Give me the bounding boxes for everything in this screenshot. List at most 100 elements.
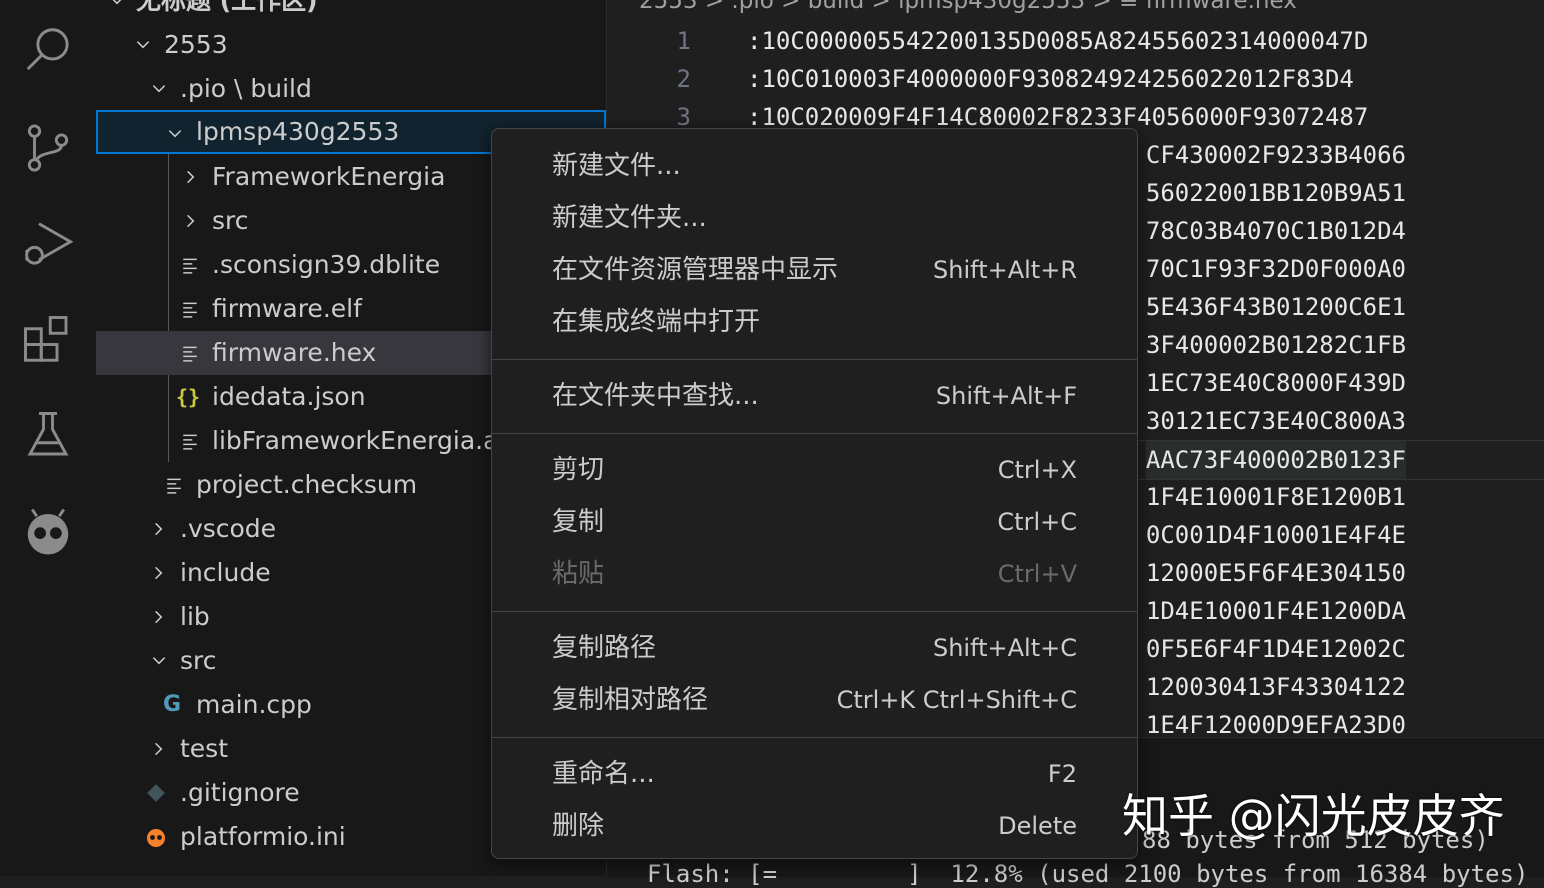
menu-item[interactable]: 复制 Ctrl+C <box>492 496 1137 548</box>
context-menu: 新建文件... 新建文件夹... 在文件资源管理器中显示 Shift+Alt+R 在集成… <box>491 128 1138 859</box>
file-lines-icon <box>178 287 202 331</box>
line-text: 0C001D4F10001E4F4E <box>1145 521 1406 549</box>
menu-item-shortcut: Ctrl+C <box>997 508 1077 536</box>
terminal-line: Flash: [= ] 12.8% (used 2100 bytes from … <box>647 860 1529 888</box>
menu-item-label: 新建文件夹... <box>552 203 707 233</box>
chevron-down-icon <box>132 23 154 67</box>
line-text: 120030413F43304122 <box>1145 673 1406 701</box>
line-text: :10C010003F4000000F930824924256022012F83… <box>747 65 1354 93</box>
file-lines-icon <box>162 463 186 507</box>
menu-item-label: 剪切 <box>552 455 605 485</box>
menu-item[interactable]: 在文件资源管理器中显示 Shift+Alt+R <box>492 244 1137 296</box>
line-text: 12000E5F6F4E304150 <box>1145 559 1406 587</box>
testing-icon[interactable] <box>18 406 78 466</box>
code-line[interactable]: 1 :10C000005542200135D0085A82455602314000… <box>607 22 1544 60</box>
menu-item-label: 粘贴 <box>552 559 605 589</box>
line-text: 0F5E6F4F1D4E12002C <box>1145 635 1406 663</box>
line-number: 2 <box>676 65 691 93</box>
chevron-right-icon <box>148 551 170 595</box>
extensions-icon[interactable] <box>18 310 78 370</box>
git-icon <box>144 771 168 815</box>
tree-item-label: lpmsp430g2553 <box>196 117 400 146</box>
tree-item-pio-build[interactable]: .pio \ build <box>96 67 606 111</box>
breadcrumb[interactable]: 2553 > .pio > build > lpmsp430g2553 > ≡ … <box>639 0 1297 14</box>
tree-item-label: libFrameworkEnergia.a <box>212 426 499 455</box>
platformio-icon[interactable] <box>18 502 78 562</box>
menu-item-shortcut: Delete <box>998 812 1077 840</box>
tree-item-label: 2553 <box>164 30 228 59</box>
menu-item-label: 在集成终端中打开 <box>552 307 761 337</box>
menu-item-label: 复制路径 <box>552 633 657 663</box>
tree-item-workspace[interactable]: 无标题 (工作区) <box>96 0 606 23</box>
line-text: 1EC73E40C8000F439D <box>1145 369 1406 397</box>
chevron-right-icon <box>148 507 170 551</box>
line-text: 70C1F93F32D0F000A0 <box>1145 255 1406 283</box>
menu-item-shortcut: Shift+Alt+R <box>933 256 1077 284</box>
menu-item-label: 重命名... <box>552 759 655 789</box>
menu-separator <box>492 737 1137 738</box>
menu-separator <box>492 359 1137 360</box>
run-debug-icon[interactable] <box>18 214 78 274</box>
watermark: 知乎 @闪光皮皮齐 <box>1122 789 1505 843</box>
chevron-right-icon <box>180 199 202 243</box>
search-icon[interactable] <box>18 20 78 80</box>
tree-item-label: project.checksum <box>196 470 418 499</box>
menu-separator <box>492 433 1137 434</box>
menu-item[interactable]: 删除 Delete <box>492 800 1137 852</box>
tree-item-label: .pio \ build <box>180 74 312 103</box>
menu-item[interactable]: 新建文件... <box>492 140 1137 192</box>
tree-item-label: include <box>180 558 271 587</box>
menu-item[interactable]: 剪切 Ctrl+X <box>492 444 1137 496</box>
workspace-title: 无标题 (工作区) <box>136 0 318 15</box>
line-text: 30121EC73E40C800A3 <box>1145 407 1406 435</box>
menu-item[interactable]: 复制相对路径 Ctrl+K Ctrl+Shift+C <box>492 674 1137 726</box>
menu-item-shortcut: F2 <box>1047 760 1077 788</box>
file-lines-icon <box>178 419 202 463</box>
menu-item[interactable]: 新建文件夹... <box>492 192 1137 244</box>
chevron-right-icon <box>148 727 170 771</box>
menu-item[interactable]: 重命名... F2 <box>492 748 1137 800</box>
tree-item-label: lib <box>180 602 210 631</box>
menu-item-label: 在文件资源管理器中显示 <box>552 255 839 285</box>
tree-item-label: FrameworkEnergia <box>212 162 446 191</box>
line-number: 1 <box>676 27 691 55</box>
menu-item: 粘贴 Ctrl+V <box>492 548 1137 600</box>
line-text: AAC73F400002B0123F <box>1145 441 1406 479</box>
menu-item-shortcut: Ctrl+V <box>997 560 1077 588</box>
line-text: 1F4E10001F8E1200B1 <box>1145 483 1406 511</box>
menu-item[interactable]: 在文件夹中查找... Shift+Alt+F <box>492 370 1137 422</box>
tree-item-label: .gitignore <box>180 778 300 807</box>
line-text: :10C000005542200135D0085A824556023140000… <box>747 27 1369 55</box>
tree-item-2553[interactable]: 2553 <box>96 23 606 67</box>
tree-item-label: main.cpp <box>196 690 312 719</box>
chevron-down-icon <box>106 0 128 23</box>
menu-item-shortcut: Shift+Alt+F <box>935 382 1077 410</box>
code-line[interactable]: 2 :10C010003F4000000F930824924256022012F8… <box>607 60 1544 98</box>
tree-item-label: idedata.json <box>212 382 366 411</box>
chevron-down-icon <box>148 639 170 683</box>
json-icon: {} <box>175 385 201 409</box>
tree-item-label: .sconsign39.dblite <box>212 250 441 279</box>
line-text: 1D4E10001F4E1200DA <box>1145 597 1406 625</box>
chevron-right-icon <box>180 155 202 199</box>
source-control-icon[interactable] <box>18 118 78 178</box>
platformio-file-icon <box>144 815 168 859</box>
menu-separator <box>492 611 1137 612</box>
tree-item-label: src <box>212 206 249 235</box>
activity-bar <box>0 0 97 876</box>
line-text: 78C03B4070C1B012D4 <box>1145 217 1406 245</box>
menu-item[interactable]: 复制路径 Shift+Alt+C <box>492 622 1137 674</box>
chevron-down-icon <box>148 67 170 111</box>
tree-item-label: platformio.ini <box>180 822 346 851</box>
line-text: 5E436F43B01200C6E1 <box>1145 293 1406 321</box>
tree-item-label: src <box>180 646 217 675</box>
menu-item[interactable]: 在集成终端中打开 <box>492 296 1137 348</box>
menu-item-label: 新建文件... <box>552 151 681 181</box>
file-lines-icon <box>178 243 202 287</box>
line-text: 3F400002B01282C1FB <box>1145 331 1406 359</box>
menu-item-label: 复制 <box>552 507 605 537</box>
file-lines-icon <box>178 331 202 375</box>
line-text: 56022001BB120B9A51 <box>1145 179 1406 207</box>
tree-item-label: firmware.hex <box>212 338 377 367</box>
tree-item-label: .vscode <box>180 514 277 543</box>
